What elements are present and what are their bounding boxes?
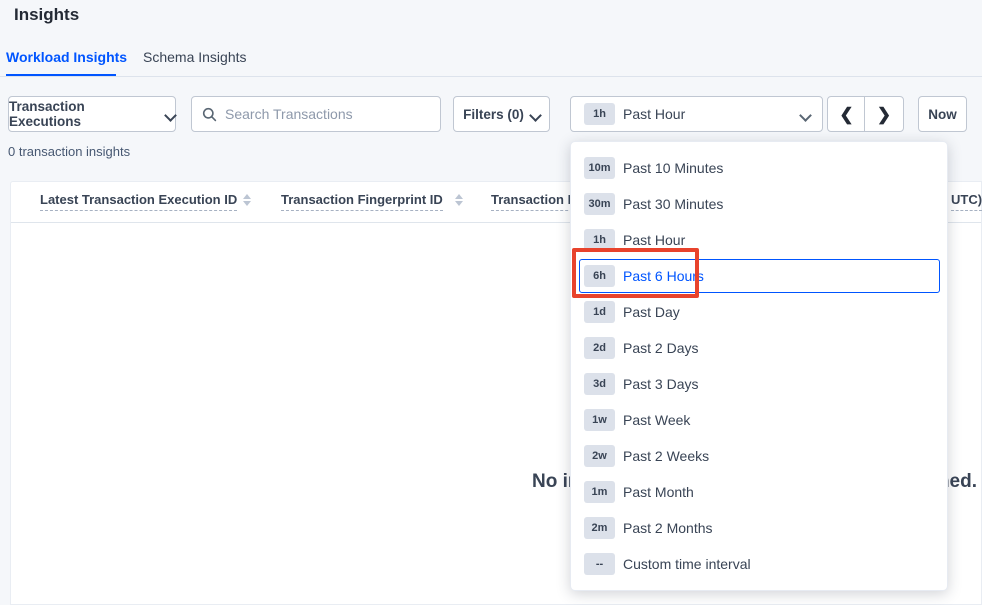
tab-schema-insights[interactable]: Schema Insights [143, 49, 247, 65]
time-option-label: Past 2 Weeks [623, 448, 709, 464]
time-option-badge: 6h [584, 265, 615, 287]
time-option-label: Past Hour [623, 232, 685, 248]
time-range-badge: 1h [584, 103, 615, 125]
sort-icon[interactable] [243, 194, 251, 208]
time-option[interactable]: 2d Past 2 Days [571, 330, 947, 366]
time-option-badge: 1m [584, 481, 615, 503]
time-option-badge: -- [584, 553, 615, 575]
time-option[interactable]: 1m Past Month [571, 474, 947, 510]
tab-workload-insights[interactable]: Workload Insights [6, 49, 127, 65]
time-option[interactable]: 1w Past Week [571, 402, 947, 438]
time-option-badge: 2m [584, 517, 615, 539]
chevron-right-icon: ❯ [877, 106, 891, 123]
filters-button[interactable]: Filters (0) [453, 96, 550, 132]
now-button-label: Now [928, 107, 957, 122]
time-option-label: Past 30 Minutes [623, 196, 723, 212]
time-range-dropdown: 10m Past 10 Minutes 30m Past 30 Minutes … [570, 141, 948, 591]
chevron-down-icon [166, 110, 175, 119]
time-option-label: Past 6 Hours [623, 268, 704, 284]
time-option-badge: 3d [584, 373, 615, 395]
chevron-left-icon: ❮ [839, 106, 853, 123]
results-count: 0 transaction insights [8, 144, 130, 159]
time-option-label: Custom time interval [623, 556, 751, 572]
time-option-label: Past Week [623, 412, 690, 428]
time-option-label: Past 2 Days [623, 340, 698, 356]
time-option-badge: 2w [584, 445, 615, 467]
time-option-badge: 1w [584, 409, 615, 431]
time-range-label: Past Hour [623, 106, 685, 122]
time-option-badge: 1d [584, 301, 615, 323]
time-dropdown-list: 10m Past 10 Minutes 30m Past 30 Minutes … [571, 150, 947, 582]
time-option-badge: 1h [584, 229, 615, 251]
time-option[interactable]: 2w Past 2 Weeks [571, 438, 947, 474]
time-option[interactable]: -- Custom time interval [571, 546, 947, 582]
time-option-badge: 2d [584, 337, 615, 359]
time-option[interactable]: 30m Past 30 Minutes [571, 186, 947, 222]
time-next-button[interactable]: ❯ [864, 96, 904, 132]
time-option[interactable]: 1h Past Hour [571, 222, 947, 258]
view-type-select[interactable]: Transaction Executions [8, 96, 176, 132]
search-icon [202, 107, 217, 122]
time-option[interactable]: 1d Past Day [571, 294, 947, 330]
time-option[interactable]: 2m Past 2 Months [571, 510, 947, 546]
search-input[interactable] [225, 106, 430, 122]
chevron-down-icon [801, 110, 810, 119]
view-type-select-label: Transaction Executions [9, 99, 159, 129]
search-box[interactable] [191, 96, 441, 132]
time-option-label: Past Month [623, 484, 694, 500]
sort-icon[interactable] [455, 194, 463, 208]
time-option-label: Past 2 Months [623, 520, 713, 536]
column-header-latest-transaction-execution-id[interactable]: Latest Transaction Execution ID [40, 192, 237, 211]
time-option[interactable]: 6h Past 6 Hours [571, 258, 947, 294]
page-title: Insights [14, 5, 79, 25]
time-option-badge: 30m [584, 193, 615, 215]
time-option-label: Past 3 Days [623, 376, 698, 392]
chevron-down-icon [531, 110, 540, 119]
tabs-divider [0, 76, 982, 77]
column-header-time-utc[interactable]: UTC) [951, 192, 982, 211]
time-range-picker[interactable]: 1h Past Hour [570, 96, 823, 132]
now-button[interactable]: Now [918, 96, 967, 132]
time-option[interactable]: 3d Past 3 Days [571, 366, 947, 402]
filters-button-label: Filters (0) [463, 107, 524, 122]
column-header-transaction-fingerprint-id[interactable]: Transaction Fingerprint ID [281, 192, 443, 211]
time-option-badge: 10m [584, 157, 615, 179]
time-option-label: Past 10 Minutes [623, 160, 723, 176]
time-option-label: Past Day [623, 304, 680, 320]
time-prev-button[interactable]: ❮ [827, 96, 866, 132]
time-option[interactable]: 10m Past 10 Minutes [571, 150, 947, 186]
